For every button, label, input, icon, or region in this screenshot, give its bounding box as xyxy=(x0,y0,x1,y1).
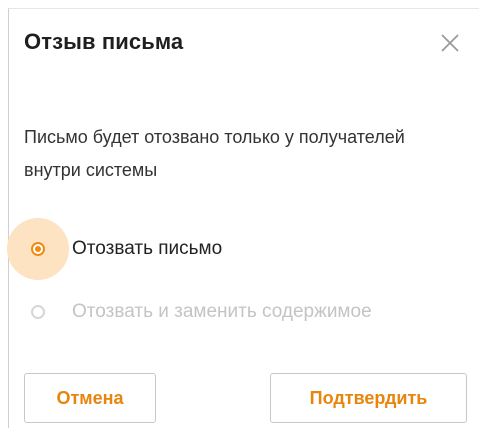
option-recall-label: Отозвать письмо xyxy=(72,238,223,259)
radio-recall-replace xyxy=(24,298,52,326)
option-recall-replace-label: Отозвать и заменить содержимое xyxy=(72,301,372,322)
option-recall-replace: Отозвать и заменить содержимое xyxy=(24,297,372,327)
confirm-button[interactable]: Подтвердить xyxy=(270,373,467,423)
dialog-description: Письмо будет отозвано только у получател… xyxy=(24,127,405,180)
radio-unchecked-icon xyxy=(31,305,45,319)
dialog-title: Отзыв письма xyxy=(24,29,184,54)
radio-checked-icon xyxy=(31,242,45,256)
radio-recall[interactable] xyxy=(7,218,69,280)
close-icon[interactable] xyxy=(439,32,461,54)
recall-dialog: Отзыв письма Письмо будет отозвано тольк… xyxy=(7,8,479,428)
option-recall[interactable]: Отозвать письмо xyxy=(7,218,223,280)
cancel-button[interactable]: Отмена xyxy=(24,373,156,423)
